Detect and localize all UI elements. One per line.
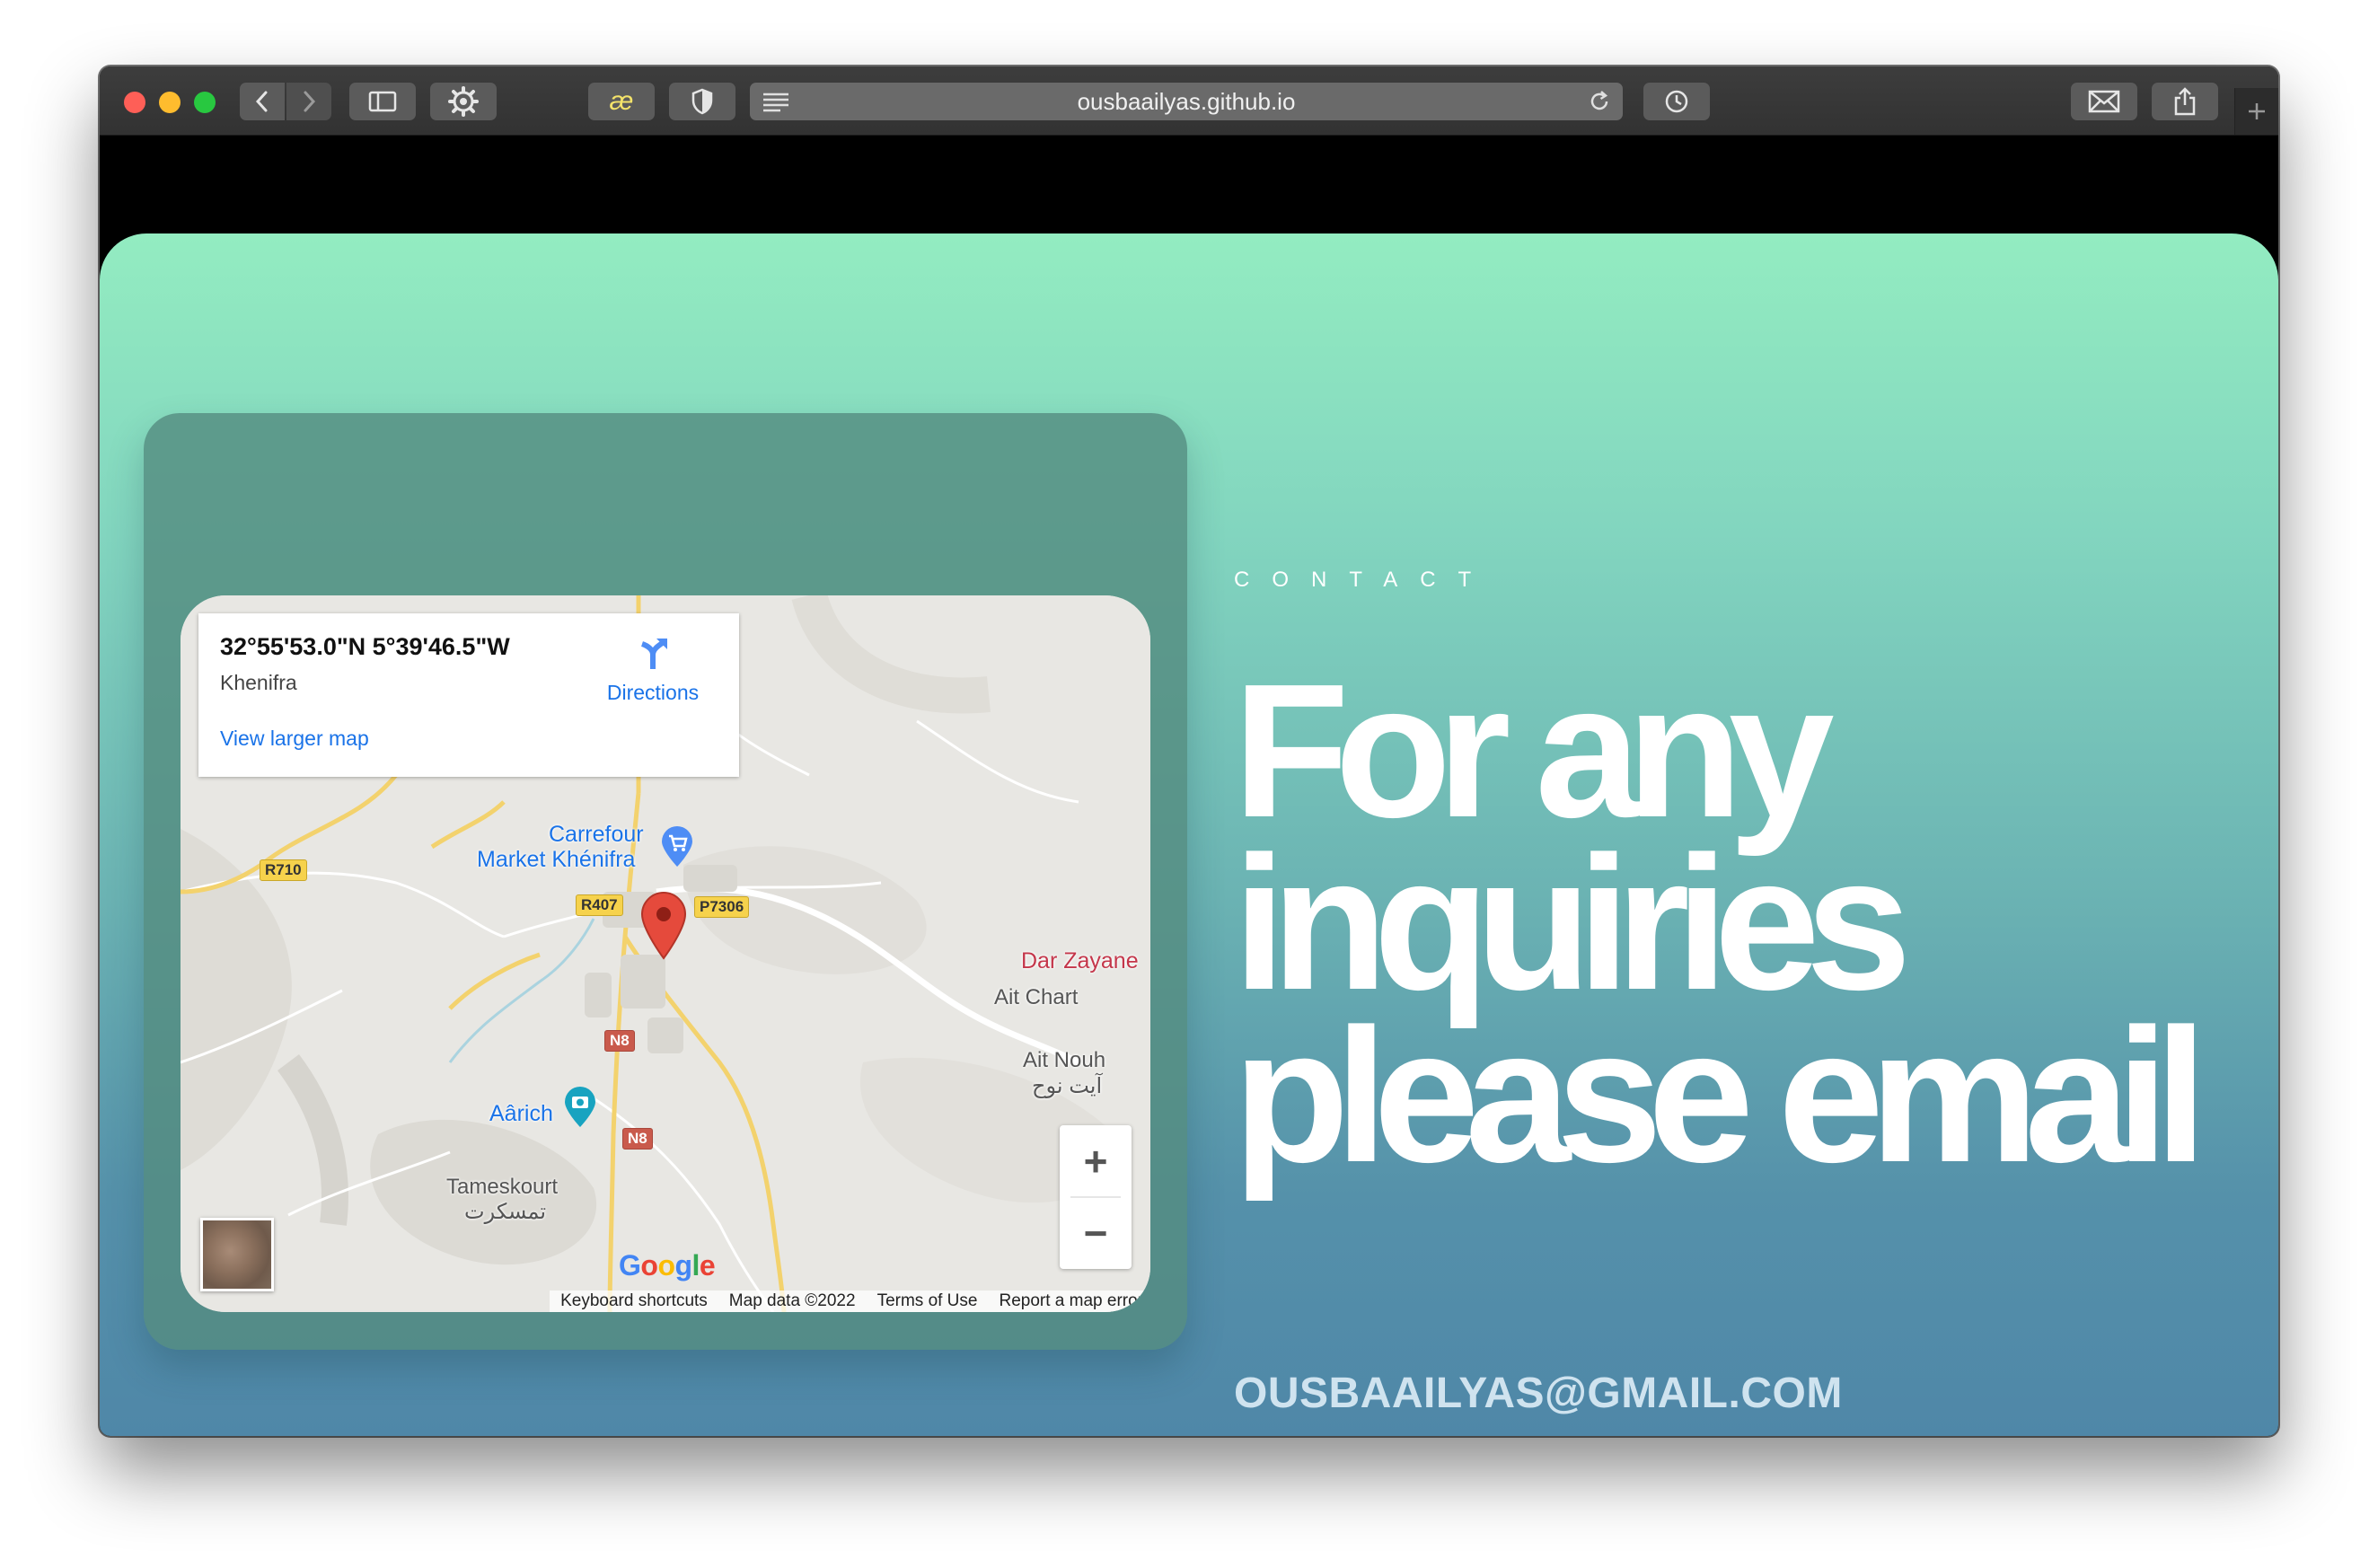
google-logo-letter: e bbox=[699, 1249, 716, 1282]
shield-icon bbox=[691, 88, 713, 115]
share-button[interactable] bbox=[2152, 83, 2218, 120]
zoom-control: + − bbox=[1060, 1125, 1132, 1269]
clock-icon bbox=[1665, 90, 1688, 113]
google-logo-letter: G bbox=[619, 1249, 641, 1282]
map-data-attribution: Map data ©2022 bbox=[728, 1291, 856, 1310]
headline-line: inquiries bbox=[1233, 816, 1912, 1029]
keyboard-shortcuts-link[interactable]: Keyboard shortcuts bbox=[560, 1291, 708, 1311]
directions-label: Directions bbox=[606, 681, 700, 704]
fullscreen-window-button[interactable] bbox=[194, 92, 216, 113]
google-logo-letter: o bbox=[657, 1249, 675, 1282]
chevron-left-icon bbox=[255, 91, 268, 112]
headline-line: please email bbox=[1233, 989, 2207, 1202]
plus-icon bbox=[2249, 103, 2265, 119]
place-name: Khenifra bbox=[220, 671, 297, 694]
map-label-carrefour-market[interactable]: Market Khénifra bbox=[477, 847, 635, 873]
minimize-window-button[interactable] bbox=[159, 92, 181, 113]
report-map-error-link[interactable]: Report a map error bbox=[999, 1291, 1143, 1311]
reload-icon[interactable] bbox=[1587, 89, 1612, 114]
gear-icon bbox=[448, 86, 479, 117]
camera-icon[interactable] bbox=[563, 1086, 597, 1129]
contact-section: 32°55'53.0"N 5°39'46.5"W Khenifra View l… bbox=[100, 233, 2278, 1436]
road-shield-r710: R710 bbox=[260, 859, 307, 881]
envelope-icon bbox=[2088, 90, 2120, 113]
map-footer: Keyboard shortcuts Map data ©2022 Terms … bbox=[550, 1291, 1150, 1312]
url-text: ousbaailyas.github.io bbox=[1077, 88, 1296, 115]
road-shield-r407: R407 bbox=[576, 894, 623, 916]
section-eyebrow: CONTACT bbox=[1234, 568, 1494, 592]
contact-email-link[interactable]: OUSBAAILYAS@GMAIL.COM bbox=[1234, 1369, 1843, 1418]
privacy-shield-button[interactable] bbox=[669, 83, 735, 120]
embedded-map[interactable]: 32°55'53.0"N 5°39'46.5"W Khenifra View l… bbox=[181, 595, 1150, 1312]
satellite-layer-toggle[interactable] bbox=[200, 1218, 274, 1291]
extension-ae-button[interactable]: æ bbox=[588, 83, 655, 120]
road-shield-n8: N8 bbox=[604, 1030, 635, 1052]
location-pin-icon[interactable] bbox=[640, 892, 687, 960]
road-shield-p7306: P7306 bbox=[694, 896, 750, 918]
forward-button[interactable] bbox=[286, 83, 331, 120]
map-label-ait-nouh-arabic: آيت نوح bbox=[1032, 1074, 1103, 1098]
directions-button[interactable]: Directions bbox=[599, 635, 707, 705]
close-window-button[interactable] bbox=[124, 92, 145, 113]
browser-toolbar: æ ousbaailyas.github.io bbox=[100, 66, 2278, 136]
contact-headline: For any inquiries please email bbox=[1233, 644, 2221, 1202]
zoom-in-button[interactable]: + bbox=[1060, 1125, 1132, 1197]
sidebar-icon bbox=[368, 91, 397, 112]
settings-button[interactable] bbox=[430, 83, 497, 120]
address-bar[interactable]: ousbaailyas.github.io bbox=[750, 83, 1623, 120]
map-label-carrefour[interactable]: Carrefour bbox=[549, 822, 644, 848]
headline-line: For any bbox=[1233, 644, 1835, 857]
new-tab-button[interactable] bbox=[2234, 88, 2278, 135]
map-label-tameskourt-arabic: تمسكرت bbox=[464, 1200, 547, 1224]
web-page: 32°55'53.0"N 5°39'46.5"W Khenifra View l… bbox=[100, 136, 2278, 1436]
chevron-right-icon bbox=[304, 91, 316, 112]
map-label-tameskourt: Tameskourt bbox=[446, 1175, 559, 1199]
back-button[interactable] bbox=[240, 83, 285, 120]
google-logo-letter: o bbox=[640, 1249, 658, 1282]
map-label-dar-zayane[interactable]: Dar Zayane bbox=[1021, 948, 1139, 974]
sidebar-button[interactable] bbox=[349, 83, 416, 120]
directions-icon bbox=[640, 639, 667, 669]
share-icon bbox=[2174, 87, 2196, 116]
view-larger-map-link[interactable]: View larger map bbox=[220, 727, 369, 751]
zoom-out-button[interactable]: − bbox=[1060, 1197, 1132, 1269]
map-label-ait-chart: Ait Chart bbox=[994, 985, 1079, 1009]
shopping-cart-icon[interactable] bbox=[660, 825, 694, 868]
place-coordinates: 32°55'53.0"N 5°39'46.5"W bbox=[220, 633, 510, 660]
mail-button[interactable] bbox=[2071, 83, 2137, 120]
map-label-aarich[interactable]: Aârich bbox=[489, 1101, 553, 1127]
google-logo-letter: l bbox=[691, 1249, 700, 1282]
place-info-card: 32°55'53.0"N 5°39'46.5"W Khenifra View l… bbox=[198, 613, 739, 777]
map-label-ait-nouh: Ait Nouh bbox=[1023, 1048, 1106, 1072]
history-button[interactable] bbox=[1643, 83, 1710, 120]
navigation-buttons bbox=[240, 83, 331, 120]
google-logo-letter: g bbox=[674, 1249, 692, 1282]
terms-of-use-link[interactable]: Terms of Use bbox=[877, 1291, 978, 1311]
map-card: 32°55'53.0"N 5°39'46.5"W Khenifra View l… bbox=[144, 413, 1187, 1350]
google-logo: Google bbox=[619, 1249, 716, 1282]
road-shield-n8-south: N8 bbox=[622, 1128, 653, 1150]
browser-window: æ ousbaailyas.github.io 32°55'53.0"N 5°3… bbox=[100, 66, 2278, 1436]
